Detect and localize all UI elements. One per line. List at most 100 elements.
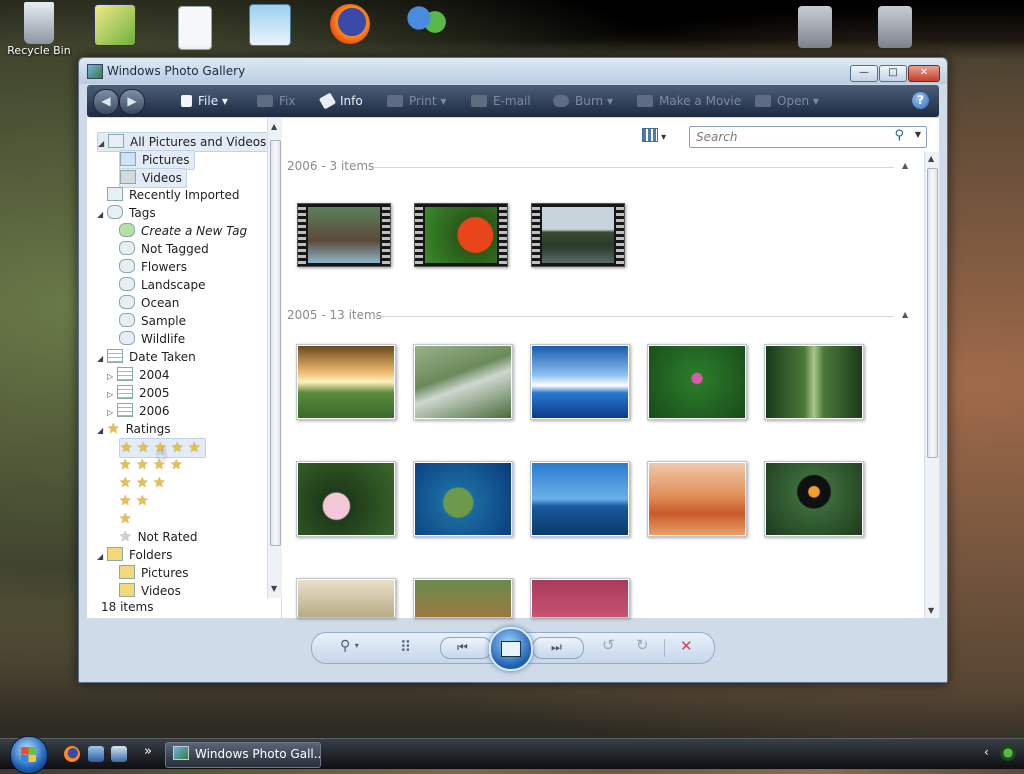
photo-thumbnail[interactable] [413,461,513,537]
group-header-2006[interactable]: 2006 - 3 items [287,159,374,173]
network-tray-icon[interactable] [1000,745,1016,761]
nav-tag-landscape[interactable]: Landscape [119,276,205,294]
nav-date-taken[interactable]: ◢ Date Taken [97,348,196,366]
group-header-2005[interactable]: 2005 - 13 items [287,308,382,322]
desktop-shortcut-paint[interactable] [80,4,150,46]
desktop-shortcut-setup-2[interactable] [860,6,930,48]
photo-thumbnail[interactable] [764,344,864,420]
zoom-icon[interactable]: ⚲ ▾ [340,638,359,654]
photo-thumbnail[interactable] [413,578,513,618]
quicklaunch-show-desktop-icon[interactable] [88,746,104,762]
photo-thumbnail[interactable] [764,461,864,537]
forward-arrow-icon[interactable]: ▶ [119,89,145,115]
nav-tag-wildlife[interactable]: Wildlife [119,330,185,348]
nav-videos[interactable]: Videos [119,168,187,188]
desktop-shortcut-notepad[interactable] [235,4,305,46]
photo-thumbnail[interactable] [413,344,513,420]
info-button[interactable]: Info [318,92,363,110]
scroll-up-arrow-icon[interactable]: ▲ [928,154,934,163]
scroll-up-arrow-icon[interactable]: ▲ [271,122,277,131]
title-bar[interactable]: Windows Photo Gallery — □ ✕ [79,58,947,84]
collapse-arrow-icon[interactable]: ◢ [98,135,108,153]
photo-thumbnail[interactable] [530,344,630,420]
nav-create-new-tag[interactable]: Create a New Tag [119,222,247,240]
minimize-button[interactable]: — [850,65,878,82]
nav-rating-1[interactable]: ★ [119,510,132,528]
nav-not-tagged[interactable]: Not Tagged [119,240,209,258]
navigation-scrollbar[interactable]: ▲ ▼ [267,118,282,598]
quicklaunch-overflow[interactable]: » [144,744,152,759]
taskbar-button-photo-gallery[interactable]: Windows Photo Gall... [165,742,321,768]
previous-button[interactable]: ⏮ [440,637,492,659]
collapse-group-icon[interactable]: ▲ [902,161,908,170]
photo-thumbnail[interactable] [530,461,630,537]
scroll-down-arrow-icon[interactable]: ▼ [928,606,934,615]
quicklaunch-firefox-icon[interactable] [64,746,80,762]
search-input[interactable]: Search [696,130,738,144]
gallery-scrollbar[interactable]: ▲ ▼ [924,152,939,618]
rotate-cw-icon[interactable]: ↻ [636,636,649,654]
make-movie-button[interactable]: Make a Movie [637,94,741,108]
grid-view-icon[interactable]: ⠿ [400,638,411,656]
nav-pictures[interactable]: Pictures [119,150,195,170]
nav-tags[interactable]: ◢ Tags [97,204,156,222]
photo-thumbnail[interactable] [530,578,630,618]
burn-menu[interactable]: Burn ▾ [553,94,613,108]
desktop-shortcut-messenger[interactable] [392,4,462,44]
desktop-shortcut-setup-1[interactable] [780,6,850,48]
nav-not-rated[interactable]: ★ Not Rated [119,528,198,546]
delete-icon[interactable]: ✕ [680,637,693,655]
back-arrow-icon[interactable]: ◀ [93,89,119,115]
collapse-group-icon[interactable]: ▲ [902,310,908,319]
gallery-scrollbar-thumb[interactable] [927,168,938,458]
nav-recently-imported[interactable]: Recently Imported [107,186,240,204]
recycle-bin-icon[interactable]: Recycle Bin [4,2,74,57]
rotate-ccw-icon[interactable]: ↺ [602,636,615,654]
photo-thumbnail[interactable] [296,461,396,537]
nav-rating-4[interactable]: ★ ★ ★ ★ [119,456,183,474]
desktop-shortcut-firefox[interactable] [315,4,385,44]
quicklaunch-switch-windows-icon[interactable] [111,746,127,762]
start-button[interactable] [10,736,48,774]
nav-year-2006[interactable]: ▷ 2006 [107,402,170,420]
next-button[interactable]: ⏭ [532,637,584,659]
nav-tag-sample[interactable]: Sample [119,312,186,330]
desktop-shortcut-document[interactable] [160,6,230,50]
search-icon[interactable]: ⚲ [894,128,904,143]
slideshow-button[interactable] [489,627,533,671]
view-mode-button[interactable]: ▾ [642,128,678,144]
photo-thumbnail[interactable] [647,344,747,420]
nav-ratings[interactable]: ◢ ★ Ratings [97,420,171,438]
fix-button[interactable]: Fix [257,94,295,108]
navigation-scrollbar-thumb[interactable] [270,140,281,546]
scroll-down-arrow-icon[interactable]: ▼ [271,584,277,593]
search-dropdown-icon[interactable]: ▼ [915,130,921,139]
video-thumbnail[interactable] [297,203,391,267]
collapse-arrow-icon[interactable]: ◢ [97,548,107,566]
collapse-arrow-icon[interactable]: ◢ [97,350,107,368]
nav-rating-3[interactable]: ★ ★ ★ [119,474,166,492]
video-thumbnail[interactable] [531,203,625,267]
nav-year-2005[interactable]: ▷ 2005 [107,384,170,402]
nav-all-pictures-videos[interactable]: ◢ All Pictures and Videos [97,132,272,153]
nav-rating-2[interactable]: ★ ★ [119,492,149,510]
help-icon[interactable]: ? [912,92,929,109]
close-button[interactable]: ✕ [908,65,940,82]
photo-thumbnail[interactable] [296,578,396,618]
nav-tag-ocean[interactable]: Ocean [119,294,179,312]
nav-tag-flowers[interactable]: Flowers [119,258,187,276]
collapse-arrow-icon[interactable]: ◢ [97,422,107,440]
collapse-arrow-icon[interactable]: ◢ [97,206,107,224]
file-menu[interactable]: File ▾ [181,94,228,108]
search-box[interactable]: Search ⚲ ▼ [689,126,927,148]
maximize-button[interactable]: □ [879,65,907,82]
video-thumbnail[interactable] [414,203,508,267]
print-menu[interactable]: Print ▾ [387,94,446,108]
open-menu[interactable]: Open ▾ [755,94,819,108]
photo-thumbnail[interactable] [647,461,747,537]
nav-folder-pictures[interactable]: Pictures [119,564,189,582]
photo-thumbnail[interactable] [296,344,396,420]
tray-expand-icon[interactable]: ‹ [984,745,989,759]
email-button[interactable]: E-mail [471,94,531,108]
nav-folder-videos[interactable]: Videos [119,582,181,600]
